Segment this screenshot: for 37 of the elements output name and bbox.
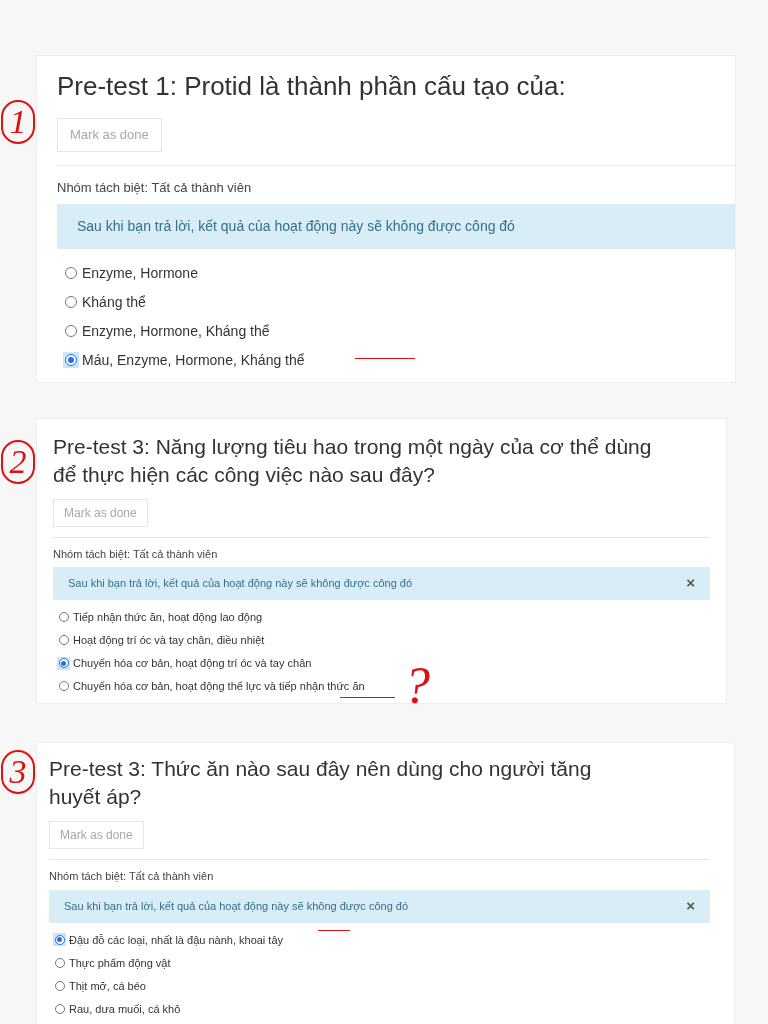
close-button[interactable]: ×: [686, 572, 695, 595]
question-title: Pre-test 3: Năng lượng tiêu hao trong một ngày của cơ thể dùng để thực hiện các công việc nào sau đây?: [53, 433, 653, 488]
handwritten-mark: 2: [1, 440, 35, 484]
group-label: Nhóm tách biệt: Tất cả thành viên: [57, 179, 253, 197]
radio-button[interactable]: [57, 610, 70, 624]
answer-option[interactable]: Enzyme, Hormone, Kháng thể: [57, 320, 735, 341]
ink-underline: [355, 358, 415, 359]
notice-text: Sau khi bạn trả lời, kết quả của hoạt động này sẽ không được công đó: [68, 576, 413, 592]
question-title: Pre-test 1: Protid là thành phần cấu tạo của:: [57, 70, 567, 103]
answer-option[interactable]: Máu, Enzyme, Hormone, Kháng thể: [57, 349, 735, 370]
radio-button[interactable]: [53, 979, 66, 992]
answer-option[interactable]: Thịt mỡ, cá béo: [49, 976, 710, 995]
ink-underline: [340, 697, 395, 698]
answer-option[interactable]: Hoạt động trí óc và tay chân, điều nhiệt: [53, 631, 710, 649]
answer-option[interactable]: Rau, dưa muối, cá khô: [49, 999, 710, 1018]
radio-button[interactable]: [57, 679, 70, 693]
radio-button[interactable]: [53, 1002, 66, 1015]
close-button[interactable]: ×: [686, 894, 695, 918]
radio-button[interactable]: [57, 656, 70, 670]
question-title: Pre-test 3: Thức ăn nào sau đây nên dùng cho người tăng huyết áp?: [49, 756, 593, 810]
answer-option[interactable]: Thực phẩm động vật: [49, 953, 710, 972]
radio-button[interactable]: [57, 633, 70, 647]
answer-option[interactable]: Enzyme, Hormone: [57, 262, 735, 283]
answer-option[interactable]: Kháng thể: [57, 291, 735, 312]
group-label: Nhóm tách biệt: Tất cả thành viên: [53, 546, 219, 562]
handwritten-mark: 1: [1, 100, 35, 144]
answer-option[interactable]: Tiếp nhận thức ăn, hoạt động lao động: [53, 608, 710, 626]
radio-button[interactable]: [53, 956, 66, 969]
handwritten-mark: 3: [1, 750, 35, 794]
ink-underline: [318, 930, 350, 931]
notice-text: Sau khi bạn trả lời, kết quả của hoạt động này sẽ không được công đó: [64, 898, 409, 914]
answer-option[interactable]: Đậu đỗ các loại, nhất là đậu nành, khoai tây: [49, 930, 710, 949]
handwritten-mark: ?: [404, 660, 430, 712]
radio-button[interactable]: [63, 351, 79, 368]
notice-text: Sau khi bạn trả lời, kết quả của hoạt động này sẽ không được công đó: [77, 216, 515, 236]
group-label: Nhóm tách biệt: Tất cả thành viên: [49, 869, 215, 884]
radio-button[interactable]: [53, 933, 66, 946]
